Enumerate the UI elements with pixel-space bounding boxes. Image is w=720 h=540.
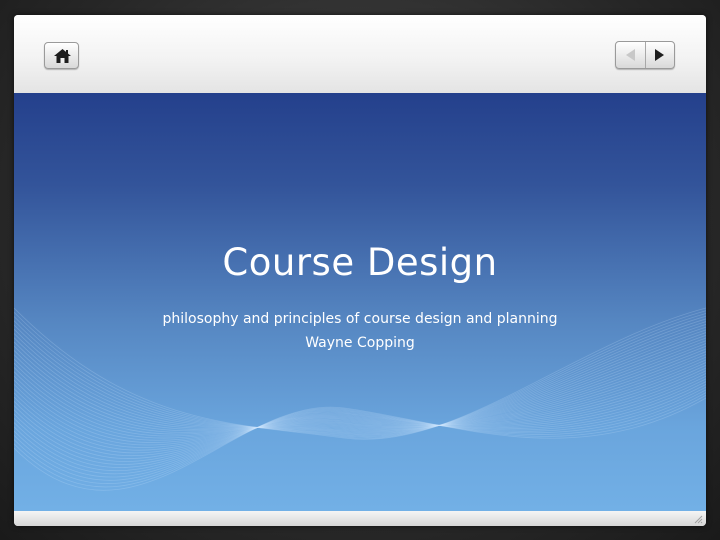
home-button[interactable]: [44, 42, 79, 69]
slide-subtitle: philosophy and principles of course desi…: [14, 307, 706, 355]
toolbar: [14, 15, 706, 93]
presentation-window: Course Design philosophy and principles …: [14, 15, 706, 526]
slide: Course Design philosophy and principles …: [14, 93, 706, 511]
subtitle-text: philosophy and principles of course desi…: [162, 311, 558, 327]
slide-navigation: [615, 41, 675, 69]
home-icon: [54, 49, 71, 63]
resize-grip-icon[interactable]: [693, 514, 703, 524]
previous-slide-button[interactable]: [616, 42, 646, 68]
wave-lines-decoration: [14, 307, 706, 491]
slide-title: Course Design: [222, 241, 498, 284]
author-name: Wayne Copping: [305, 335, 415, 351]
triangle-right-icon: [655, 49, 664, 61]
wave-line: [14, 394, 706, 488]
triangle-left-icon: [626, 49, 635, 61]
next-slide-button[interactable]: [645, 42, 674, 68]
status-bar: [14, 511, 706, 526]
